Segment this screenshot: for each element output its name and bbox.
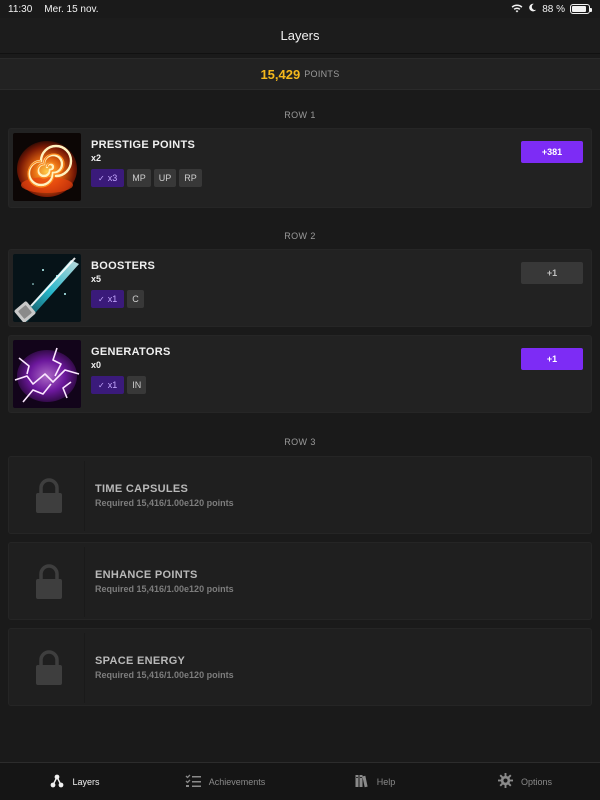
locked-layer-name: TIME CAPSULES	[95, 483, 189, 495]
tab-label: Achievements	[208, 776, 266, 787]
upgrade-tag: IN	[127, 376, 147, 394]
multiplier-badge: ✓ x3	[91, 169, 125, 187]
status-right: 88 %	[511, 3, 592, 16]
tab-label: Layers	[72, 776, 100, 787]
checklist-icon	[185, 774, 201, 790]
layer-name: GENERATORS	[91, 346, 171, 358]
points-label: POINTS	[304, 69, 340, 79]
gear-icon	[497, 773, 513, 790]
multiplier-badge: ✓ x1	[91, 290, 125, 308]
layer-name: BOOSTERS	[91, 260, 156, 272]
tab-help[interactable]: Help	[300, 763, 450, 800]
locked-layer-time-capsules: TIME CAPSULES Required 15,416/1.00e120 p…	[8, 456, 592, 534]
purple-lightning-icon	[13, 340, 81, 408]
layer-tags: ✓ x1 IN	[91, 376, 147, 394]
layer-card-boosters[interactable]: BOOSTERS x5 ✓ x1 C +1	[8, 249, 592, 327]
upgrade-tag: MP	[127, 169, 151, 187]
check-icon: ✓	[98, 380, 105, 390]
tab-layers[interactable]: Layers	[0, 763, 150, 800]
tab-label: Options	[520, 776, 553, 787]
layer-card-prestige-points[interactable]: PRESTIGE POINTS x2 ✓ x3 MP UP RP +381	[8, 128, 592, 208]
upgrade-tag: C	[127, 290, 144, 308]
cyan-beam-icon	[13, 254, 81, 322]
layer-tags: ✓ x1 C	[91, 290, 144, 308]
battery-icon	[570, 4, 592, 14]
tab-options[interactable]: Options	[450, 763, 600, 800]
page-title: Layers	[0, 18, 600, 54]
check-icon: ✓	[98, 173, 105, 183]
layer-name: PRESTIGE POINTS	[91, 139, 196, 151]
locked-layer-requirement: Required 15,416/1.00e120 points	[95, 670, 234, 680]
spiral-fire-icon	[13, 133, 81, 201]
multiplier-value: x1	[107, 380, 118, 390]
multiplier-value: x1	[107, 294, 118, 304]
layer-tags: ✓ x3 MP UP RP	[91, 169, 202, 187]
points-bar: 15,429 POINTS	[0, 58, 600, 90]
layers-icon	[50, 774, 64, 790]
status-left: 11:30 Mer. 15 nov.	[8, 4, 99, 15]
locked-layer-enhance-points: ENHANCE POINTS Required 15,416/1.00e120 …	[8, 542, 592, 620]
prestige-button[interactable]: +381	[521, 141, 583, 163]
row-label: ROW 3	[284, 437, 316, 447]
multiplier-badge: ✓ x1	[91, 376, 125, 394]
lock-icon	[13, 633, 85, 703]
row-label: ROW 1	[284, 110, 316, 120]
points-value: 15,429	[260, 66, 301, 82]
upgrade-tag: UP	[153, 169, 177, 187]
row-label: ROW 2	[284, 231, 316, 241]
tab-bar: Layers Achievements Help Options	[0, 762, 600, 800]
lock-icon	[13, 547, 85, 617]
layer-count: x5	[91, 274, 102, 284]
status-bar: 11:30 Mer. 15 nov. 88 %	[0, 0, 600, 18]
locked-layer-name: SPACE ENERGY	[95, 655, 186, 667]
battery-percent: 88 %	[542, 3, 565, 15]
layer-count: x2	[91, 153, 102, 163]
locked-layer-name: ENHANCE POINTS	[95, 569, 198, 581]
tab-label: Help	[376, 776, 396, 787]
upgrade-tag: RP	[179, 169, 202, 187]
locked-layer-space-energy: SPACE ENERGY Required 15,416/1.00e120 po…	[8, 628, 592, 706]
tab-achievements[interactable]: Achievements	[150, 763, 300, 800]
lock-icon	[13, 461, 85, 531]
moon-icon	[528, 3, 537, 15]
multiplier-value: x3	[107, 173, 118, 183]
boosters-reset-button[interactable]: +1	[521, 262, 583, 284]
status-time: 11:30	[8, 3, 33, 15]
check-icon: ✓	[98, 294, 105, 304]
locked-layer-requirement: Required 15,416/1.00e120 points	[95, 498, 234, 508]
books-icon	[355, 774, 369, 790]
status-date: Mer. 15 nov.	[44, 3, 99, 15]
locked-layer-requirement: Required 15,416/1.00e120 points	[95, 584, 234, 594]
layer-card-generators[interactable]: GENERATORS x0 ✓ x1 IN +1	[8, 335, 592, 413]
wifi-icon	[511, 3, 523, 16]
layer-count: x0	[91, 360, 102, 370]
generators-reset-button[interactable]: +1	[521, 348, 583, 370]
